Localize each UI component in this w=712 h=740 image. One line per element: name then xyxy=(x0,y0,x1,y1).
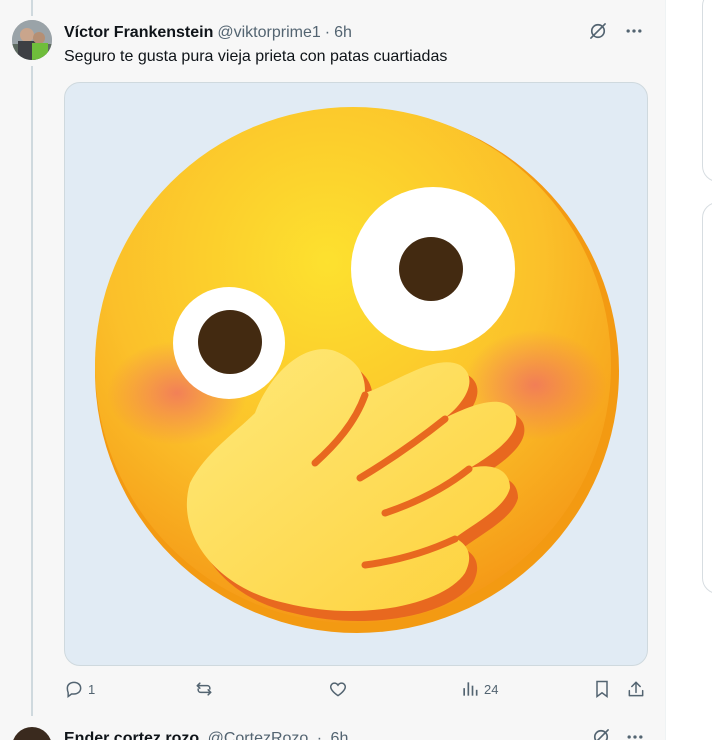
bookmark-icon xyxy=(596,680,608,698)
separator-dot: · xyxy=(316,730,323,740)
sidebar-card xyxy=(702,202,712,594)
avatar[interactable] xyxy=(12,20,52,60)
tweet-text: Seguro te gusta pura vieja prieta con pa… xyxy=(64,48,448,65)
next-tweet[interactable]: Ender cortez rozo @CortezRozo · 6h xyxy=(0,713,665,740)
tweet-header-actions xyxy=(587,20,645,42)
hand-over-mouth-emoji xyxy=(95,107,619,633)
tweet-media[interactable] xyxy=(64,82,648,666)
heart-icon xyxy=(329,682,347,697)
grok-icon[interactable] xyxy=(591,727,611,740)
grok-icon[interactable] xyxy=(587,20,609,42)
views-icon xyxy=(463,682,478,696)
author-handle[interactable]: @CortezRozo xyxy=(208,730,309,740)
timeline-feed: Víctor Frankenstein @viktorprime1 · 6h S… xyxy=(0,0,666,740)
share-icon xyxy=(628,681,644,697)
repost-button[interactable] xyxy=(194,678,218,700)
tweet-actions: 1 24 xyxy=(64,678,648,700)
like-button[interactable] xyxy=(328,678,352,700)
more-icon[interactable] xyxy=(625,727,645,740)
reply-count: 1 xyxy=(88,681,96,697)
tweet[interactable]: Víctor Frankenstein @viktorprime1 · 6h S… xyxy=(0,0,665,712)
tweet-header-actions xyxy=(591,727,645,740)
avatar[interactable] xyxy=(12,727,52,740)
views-button[interactable]: 24 xyxy=(460,678,498,700)
author-name[interactable]: Víctor Frankenstein xyxy=(64,23,213,43)
timestamp[interactable]: 6h xyxy=(334,23,352,43)
bookmark-button[interactable] xyxy=(592,678,612,700)
share-button[interactable] xyxy=(626,678,646,700)
author-name[interactable]: Ender cortez rozo xyxy=(64,730,199,740)
sidebar-card xyxy=(702,0,712,182)
tweet-header: Ender cortez rozo @CortezRozo · 6h xyxy=(64,729,348,740)
timestamp[interactable]: 6h xyxy=(331,730,349,740)
repost-icon xyxy=(196,682,212,696)
separator-dot: · xyxy=(324,24,331,41)
views-count: 24 xyxy=(484,681,499,697)
more-icon[interactable] xyxy=(623,20,645,42)
author-handle[interactable]: @viktorprime1 xyxy=(217,23,320,43)
reply-icon xyxy=(66,681,82,698)
tweet-header: Víctor Frankenstein @viktorprime1 · 6h xyxy=(64,22,645,44)
reply-button[interactable]: 1 xyxy=(64,678,95,700)
